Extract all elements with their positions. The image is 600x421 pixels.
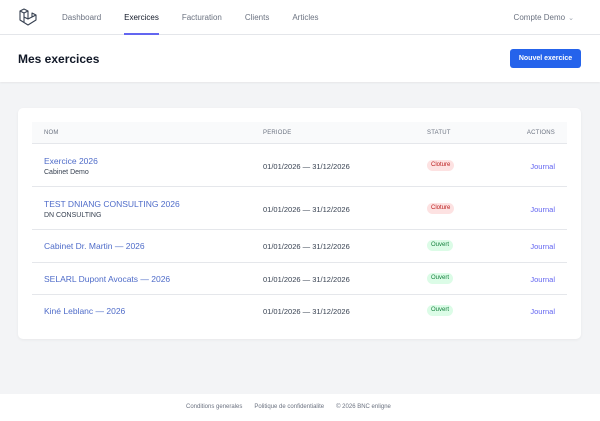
exercice-name-cell: Exercice 2026 Cabinet Demo	[44, 156, 98, 176]
table-row: Cabinet Dr. Martin — 2026 01/01/2026 — 3…	[32, 230, 567, 263]
table-row: Exercice 2026 Cabinet Demo 01/01/2026 — …	[32, 144, 567, 187]
column-header-name: NOM	[44, 130, 59, 136]
journal-link[interactable]: Journal	[530, 275, 555, 284]
column-header-actions: ACTIONS	[526, 130, 555, 136]
table-row: Kiné Leblanc — 2026 01/01/2026 — 31/12/2…	[32, 295, 567, 327]
exercice-client: DN CONSULTING	[44, 212, 102, 219]
exercice-period: 01/01/2026 — 31/12/2026	[263, 275, 350, 284]
table-header: NOM PERIODE STATUT ACTIONS	[32, 122, 567, 144]
page-title: Mes exercices	[18, 52, 100, 66]
exercices-table-card: NOM PERIODE STATUT ACTIONS Exercice 2026…	[18, 108, 581, 339]
exercice-link[interactable]: SELARL Dupont Avocats — 2026	[44, 274, 170, 284]
exercice-name-cell: Kiné Leblanc — 2026	[44, 306, 125, 316]
main-nav: Dashboard Exercices Facturation Clients …	[62, 0, 342, 35]
exercice-name-cell: SELARL Dupont Avocats — 2026	[44, 274, 170, 284]
exercice-name-cell: Cabinet Dr. Martin — 2026	[44, 241, 145, 251]
status-badge: Cloture	[427, 160, 455, 171]
chevron-down-icon: ⌄	[568, 15, 574, 22]
table-row: SELARL Dupont Avocats — 2026 01/01/2026 …	[32, 263, 567, 295]
journal-link[interactable]: Journal	[530, 242, 555, 251]
exercice-name-cell: TEST DNIANG CONSULTING 2026 DN CONSULTIN…	[44, 199, 180, 219]
exercice-period: 01/01/2026 — 31/12/2026	[263, 307, 350, 316]
exercice-client: Cabinet Demo	[44, 169, 89, 176]
terms-link[interactable]: Conditions generales	[186, 404, 242, 410]
journal-link[interactable]: Journal	[530, 307, 555, 316]
exercice-link[interactable]: Kiné Leblanc — 2026	[44, 306, 125, 316]
nav-item-facturation[interactable]: Facturation	[182, 0, 222, 35]
nav-item-exercices[interactable]: Exercices	[124, 0, 159, 35]
table-row: TEST DNIANG CONSULTING 2026 DN CONSULTIN…	[32, 187, 567, 230]
nav-item-dashboard[interactable]: Dashboard	[62, 0, 101, 35]
exercice-period: 01/01/2026 — 31/12/2026	[263, 242, 350, 251]
exercice-link[interactable]: Exercice 2026	[44, 156, 98, 166]
copyright-text: © 2026 BNC enligne	[336, 404, 391, 410]
exercice-link[interactable]: TEST DNIANG CONSULTING 2026	[44, 199, 180, 209]
nav-item-articles[interactable]: Articles	[292, 0, 318, 35]
exercice-period: 01/01/2026 — 31/12/2026	[263, 162, 350, 171]
account-menu[interactable]: Compte Demo ⌄	[514, 0, 574, 35]
status-badge: Ouvert	[427, 240, 454, 251]
column-header-status: STATUT	[427, 130, 451, 136]
journal-link[interactable]: Journal	[530, 205, 555, 214]
top-navigation: Dashboard Exercices Facturation Clients …	[0, 0, 600, 35]
status-badge: Ouvert	[427, 273, 454, 284]
page-header: Mes exercices Nouvel exercice	[0, 35, 600, 82]
new-exercice-button[interactable]: Nouvel exercice	[510, 49, 581, 68]
status-badge: Cloture	[427, 203, 455, 214]
laravel-logo-icon[interactable]	[18, 7, 38, 27]
column-header-period: PERIODE	[263, 130, 292, 136]
journal-link[interactable]: Journal	[530, 162, 555, 171]
exercice-link[interactable]: Cabinet Dr. Martin — 2026	[44, 241, 145, 251]
nav-item-clients[interactable]: Clients	[245, 0, 269, 35]
exercice-period: 01/01/2026 — 31/12/2026	[263, 205, 350, 214]
page-footer: Conditions generales Politique de confid…	[0, 394, 600, 421]
status-badge: Ouvert	[427, 305, 454, 316]
privacy-link[interactable]: Politique de confidentialite	[254, 404, 324, 410]
account-label: Compte Demo	[513, 13, 566, 22]
